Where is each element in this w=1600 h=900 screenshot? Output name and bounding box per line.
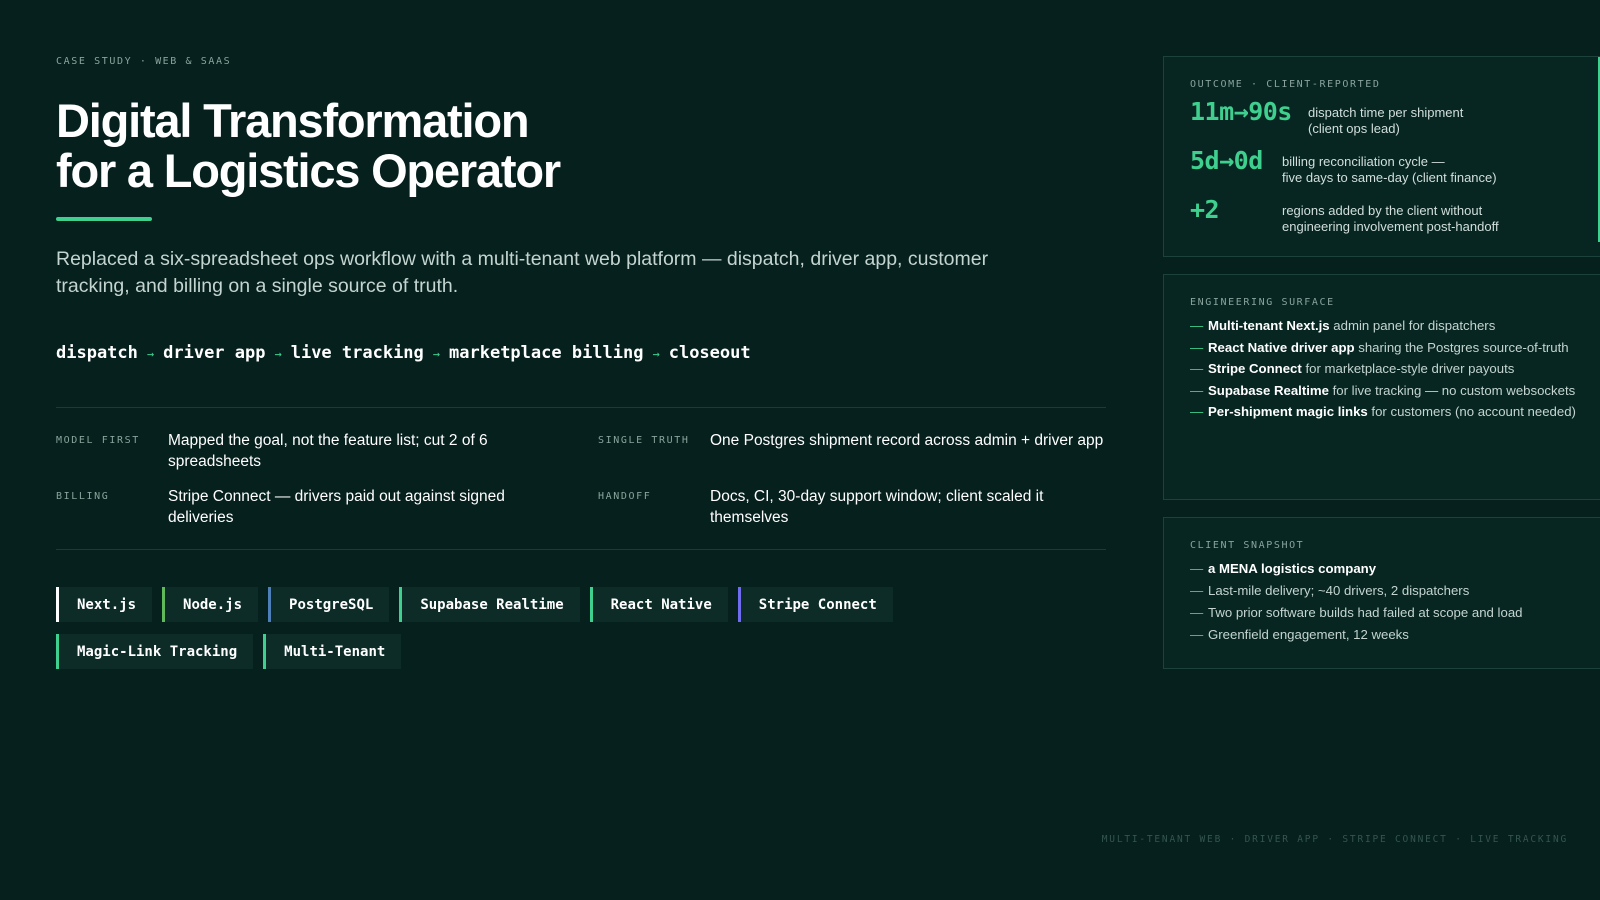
metric-row: 11m→90s dispatch time per shipment (clie… (1190, 99, 1577, 137)
metric-description-line: (client ops lead) (1308, 121, 1400, 136)
list-item-text: Last-mile delivery; ~40 drivers, 2 dispa… (1208, 583, 1470, 598)
tech-tag: PostgreSQL (268, 587, 390, 622)
metric-row: +2 regions added by the client without e… (1190, 197, 1577, 235)
metric-description: billing reconciliation cycle — five days… (1282, 148, 1497, 186)
tech-tag: Supabase Realtime (399, 587, 580, 622)
dash-icon: — (1190, 382, 1204, 398)
list-item-text: for live tracking — no custom websockets (1328, 382, 1576, 398)
pipeline-step-closeout: closeout (668, 343, 751, 363)
metric-value: 5d→0d (1190, 146, 1263, 175)
list-item-strong: a MENA logistics company (1208, 561, 1377, 576)
metric-description: dispatch time per shipment (client ops l… (1308, 99, 1463, 137)
tech-tag: Node.js (162, 587, 259, 622)
metric-description-line: regions added by the client without (1282, 203, 1483, 218)
fact-label: BILLING (56, 491, 110, 502)
metric-description-line: dispatch time per shipment (1308, 105, 1464, 120)
tech-tags: Next.js Node.js PostgreSQL Supabase Real… (56, 587, 926, 669)
list-item: — a MENA logistics company (1190, 560, 1577, 578)
tech-tag: Multi-Tenant (263, 634, 402, 669)
arrow-right-icon: → (652, 347, 660, 361)
pipeline-step-driver-app: driver app (163, 343, 266, 363)
pipeline: dispatch → driver app → live tracking → market… (56, 343, 751, 363)
dash-icon: — (1190, 318, 1204, 333)
eyebrow: CASE STUDY · WEB & SAAS (56, 56, 232, 67)
divider (56, 549, 1106, 550)
list-item: — Greenfield engagement, 12 weeks (1190, 626, 1577, 644)
list-item-text: for marketplace-style driver payouts (1301, 361, 1515, 376)
lede-paragraph: Replaced a six-spreadsheet ops workflow … (56, 248, 989, 297)
metric-description-line: five days to same-day (client finance) (1282, 170, 1497, 185)
card-label: OUTCOME · CLIENT-REPORTED (1190, 79, 1381, 90)
title-underline (56, 217, 152, 221)
client-snapshot-card: CLIENT SNAPSHOT — a MENA logistics compan… (1163, 517, 1600, 669)
list-item-text: for customers (no account needed) (1367, 404, 1576, 419)
engineering-surface-card: ENGINEERING SURFACE — Multi-tenant Next.j… (1163, 274, 1600, 500)
dash-icon: — (1190, 583, 1204, 598)
fact-label: SINGLE TRUTH (598, 435, 690, 446)
arrow-right-icon: → (274, 347, 282, 361)
metric-value: +2 (1190, 195, 1220, 224)
metric-description-line: engineering involvement post-handoff (1282, 219, 1499, 234)
tech-tag: Stripe Connect (737, 587, 893, 622)
list-item: — Supabase Realtime for live tracking — n… (1190, 382, 1577, 400)
tech-tag: React Native (589, 587, 728, 622)
pipeline-step-dispatch: dispatch (56, 343, 138, 363)
pipeline-step-marketplace-billing: marketplace billing (449, 343, 644, 363)
fact-text: Docs, CI, 30-day support window; client … (710, 488, 1044, 526)
list-item-text: admin panel for dispatchers (1329, 318, 1496, 333)
list-item: — Stripe Connect for marketplace-style dr… (1190, 360, 1577, 378)
facts-grid: MODEL FIRST Mapped the goal, not the fea… (56, 430, 1106, 528)
list-item-strong: Stripe Connect (1208, 361, 1302, 376)
tech-tag: Next.js (56, 587, 153, 622)
list-item: — Two prior software builds had failed at… (1190, 604, 1577, 622)
outcome-card: OUTCOME · CLIENT-REPORTED 11m→90s dispat… (1163, 56, 1600, 257)
tech-tag: Magic-Link Tracking (56, 634, 254, 669)
dash-icon: — (1190, 404, 1204, 419)
list-item: — Per-shipment magic links for customers … (1190, 403, 1577, 421)
list-item-text: Greenfield engagement, 12 weeks (1208, 627, 1409, 642)
fact-text: Mapped the goal, not the feature list; c… (168, 432, 488, 470)
list-item-strong: Supabase Realtime (1208, 382, 1329, 398)
footer-tagline: MULTI-TENANT WEB · DRIVER APP · STRIPE C… (1101, 834, 1568, 845)
metric-value: 11m→90s (1190, 97, 1292, 126)
list-item-strong: React Native driver app (1208, 339, 1355, 355)
arrow-right-icon: → (432, 347, 441, 361)
fact-text: One Postgres shipment record across admi… (710, 432, 1104, 449)
metric-description: regions added by the client without engi… (1282, 197, 1499, 235)
card-label: CLIENT SNAPSHOT (1190, 540, 1305, 551)
dash-icon: — (1190, 605, 1204, 620)
list-item-text: Two prior software builds had failed at … (1208, 605, 1523, 620)
fact-label: HANDOFF (598, 491, 652, 502)
fact-text: Stripe Connect — drivers paid out agains… (168, 488, 505, 526)
list-item-strong: Multi-tenant Next.js (1208, 318, 1330, 333)
dash-icon: — (1190, 361, 1204, 376)
page-title-line-2: for a Logistics Operator (56, 144, 561, 197)
dash-icon: — (1190, 627, 1204, 642)
metric-description-line: billing reconciliation cycle — (1282, 154, 1445, 169)
fact-label: MODEL FIRST (56, 435, 140, 446)
metric-row: 5d→0d billing reconciliation cycle — fiv… (1190, 148, 1577, 186)
dash-icon: — (1190, 561, 1204, 576)
dash-icon: — (1190, 339, 1204, 355)
list-item: — Last-mile delivery; ~40 drivers, 2 disp… (1190, 582, 1577, 600)
page-title-line-1: Digital Transformation (56, 94, 530, 147)
list-item-strong: Per-shipment magic links (1208, 404, 1368, 419)
page-title: Digital Transformation for a Logistics O… (56, 96, 676, 196)
card-label: ENGINEERING SURFACE (1190, 297, 1335, 308)
list-item: — Multi-tenant Next.js admin panel for di… (1190, 317, 1577, 335)
pipeline-step-live-tracking: live tracking (290, 343, 424, 363)
list-item-text: sharing the Postgres source-of-truth (1354, 339, 1569, 355)
list-item: — React Native driver app sharing the Pos… (1190, 339, 1577, 357)
arrow-right-icon: → (146, 347, 155, 361)
divider (56, 407, 1106, 408)
